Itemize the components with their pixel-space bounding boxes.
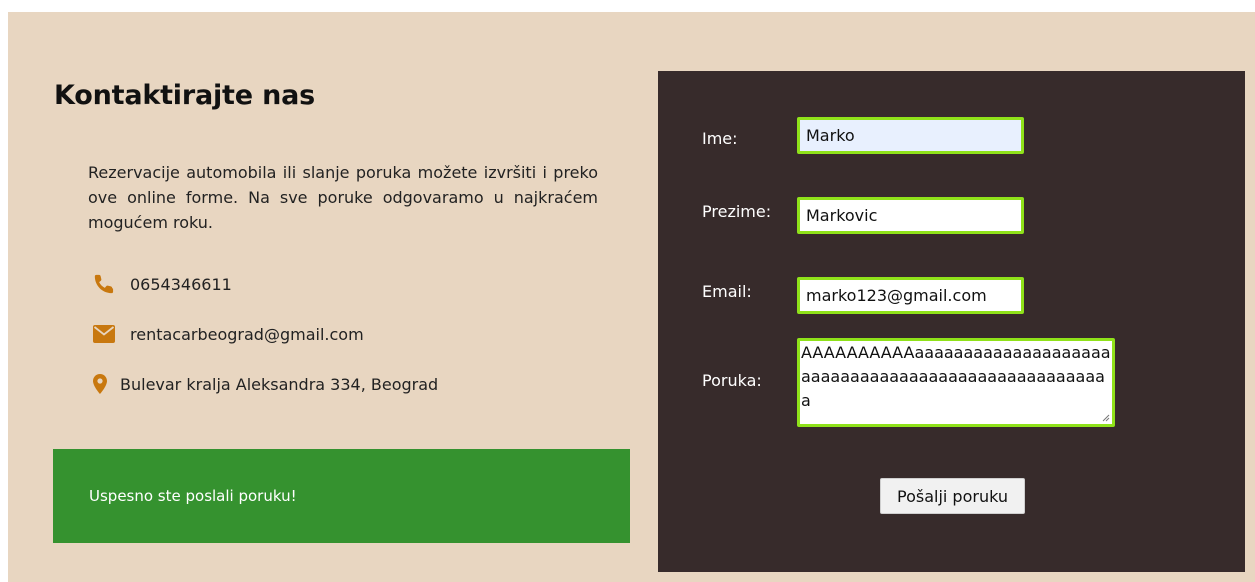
contact-description: Rezervacije automobila ili slanje poruka… (88, 163, 598, 232)
email-address: rentacarbeograd@gmail.com (130, 324, 364, 344)
phone-number: 0654346611 (130, 274, 232, 294)
contact-address: Bulevar kralja Aleksandra 334, Beograd (90, 372, 438, 396)
email-label: Email: (702, 282, 752, 301)
resize-handle-icon[interactable] (1102, 414, 1110, 422)
message-text: AAAAAAAAAAaaaaaaaaaaaaaaaaaaaaaaaaaaaaaa… (801, 343, 1111, 410)
send-message-button[interactable]: Pošalji poruku (880, 478, 1025, 514)
message-label: Poruka: (702, 371, 762, 390)
address-text: Bulevar kralja Aleksandra 334, Beograd (120, 374, 439, 394)
page-title: Kontaktirajte nas (54, 80, 315, 111)
last-name-label: Prezime: (702, 202, 772, 221)
map-marker-icon (90, 374, 110, 394)
email-input[interactable] (797, 277, 1024, 314)
contact-phone: 0654346611 (90, 272, 232, 296)
message-textarea[interactable]: AAAAAAAAAAaaaaaaaaaaaaaaaaaaaaaaaaaaaaaa… (797, 338, 1115, 427)
first-name-label: Ime: (702, 129, 738, 148)
last-name-input[interactable] (797, 197, 1024, 234)
contact-email: rentacarbeograd@gmail.com (90, 322, 364, 346)
success-message: Uspesno ste poslali poruku! (89, 487, 297, 505)
success-alert: Uspesno ste poslali poruku! (53, 449, 630, 543)
contact-form: Ime: Prezime: Email: Poruka: AAAAAAAAAAa… (658, 71, 1245, 572)
phone-icon (90, 273, 118, 295)
first-name-input[interactable] (797, 117, 1024, 154)
envelope-icon (90, 325, 118, 343)
